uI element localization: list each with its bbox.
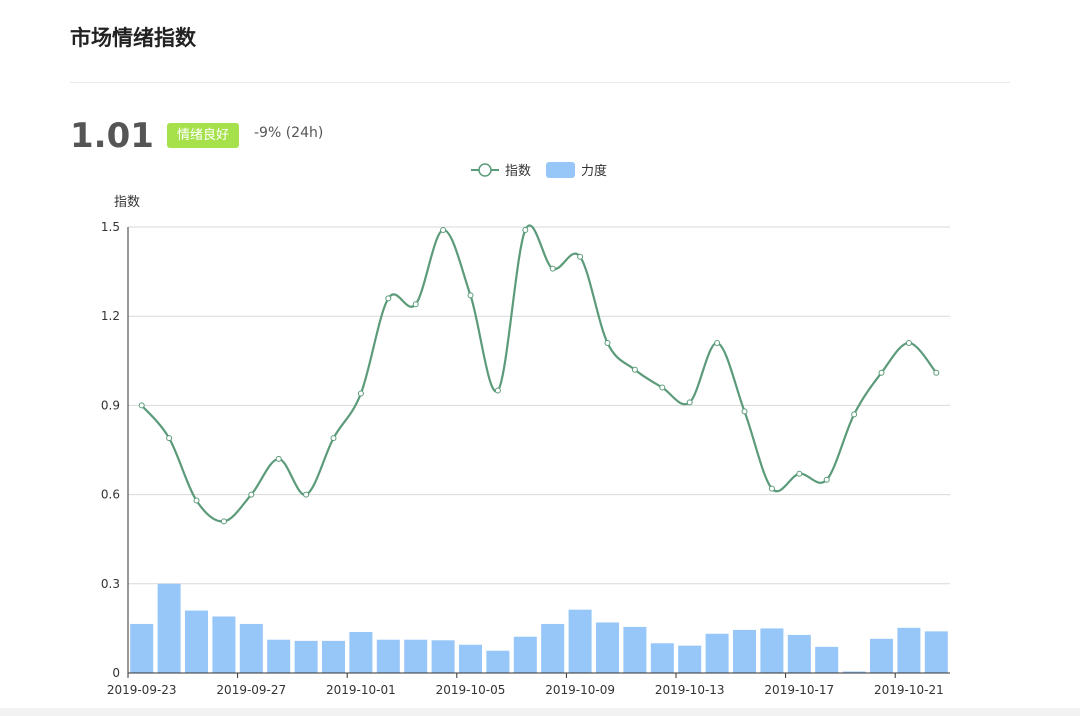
line-point: [796, 470, 803, 477]
bar: [595, 622, 620, 673]
bar: [568, 609, 592, 673]
x-tick-label: 2019-10-13: [655, 683, 725, 697]
bar: [376, 639, 400, 673]
legend-item-strength[interactable]: 力度: [546, 162, 607, 179]
line-point: [631, 366, 638, 373]
bar: [705, 633, 729, 673]
bar: [349, 631, 373, 673]
bar: [404, 639, 428, 673]
bar: [184, 610, 209, 673]
index-line: [140, 224, 938, 523]
line-point: [604, 339, 611, 346]
line-point: [549, 265, 556, 272]
bar: [650, 643, 674, 673]
bar: [924, 631, 948, 673]
legend[interactable]: 指数 力度: [471, 162, 607, 179]
line-point: [412, 301, 419, 308]
line-point: [275, 455, 282, 462]
bar: [623, 626, 647, 673]
line-point: [878, 369, 885, 376]
line-point: [522, 226, 529, 233]
line-point: [933, 369, 940, 376]
bar: [760, 628, 784, 673]
line-point: [330, 435, 337, 442]
x-tick-label: 2019-10-17: [764, 683, 834, 697]
sentiment-badge: 情绪良好: [167, 123, 240, 148]
bar-series: [130, 583, 948, 673]
x-tick-label: 2019-10-09: [545, 683, 615, 697]
line-point: [467, 292, 474, 299]
y-tick-label: 1.5: [101, 220, 120, 234]
bar: [541, 623, 565, 673]
line-point: [138, 402, 145, 409]
bar: [212, 616, 236, 673]
y-tick-label: 0: [112, 666, 120, 680]
x-tick-label: 2019-09-27: [216, 683, 286, 697]
bar: [732, 629, 757, 673]
header-divider: [70, 82, 1010, 83]
legend-line-marker: [478, 163, 492, 177]
line-point: [193, 497, 200, 504]
bar: [513, 636, 537, 673]
line-point: [741, 408, 748, 415]
legend-item-index[interactable]: 指数: [471, 163, 531, 179]
line-point: [440, 226, 447, 233]
line-point: [905, 339, 912, 346]
line-point: [851, 411, 858, 418]
bar: [130, 623, 154, 673]
page-title: 市场情绪指数: [70, 26, 196, 50]
bar: [869, 638, 894, 673]
legend-label-strength: 力度: [581, 163, 607, 179]
bar: [239, 623, 263, 673]
x-tick-label: 2019-09-23: [107, 683, 177, 697]
line-point: [577, 253, 584, 260]
x-tick-label: 2019-10-05: [436, 683, 506, 697]
line-point: [494, 387, 501, 394]
bar: [157, 583, 181, 673]
sentiment-chart: 指数 力度 指数 0 0.3 0.6 0.9 1.2 1.5 2019-09-23 2019-…: [101, 162, 950, 697]
line-point: [768, 485, 775, 492]
line-point: [357, 390, 364, 397]
bar: [486, 650, 510, 673]
line-point: [166, 435, 173, 442]
bar: [458, 644, 483, 673]
y-tick-label: 0.3: [101, 577, 120, 591]
line-point: [714, 339, 721, 346]
line-point: [659, 384, 666, 391]
y-tick-label: 0.9: [101, 398, 120, 412]
legend-bar-swatch: [546, 162, 575, 178]
bar: [431, 640, 455, 673]
line-series: [138, 224, 940, 525]
bar: [787, 634, 811, 673]
line-point: [303, 491, 310, 498]
y-axis-label: 指数: [114, 195, 140, 210]
legend-label-index: 指数: [505, 164, 531, 179]
y-tick-label: 0.6: [101, 488, 120, 502]
y-tick-label: 1.2: [101, 309, 120, 323]
line-point: [248, 491, 255, 498]
bottom-strip: [0, 708, 1080, 716]
bar: [294, 640, 318, 673]
grid-lines: [128, 226, 950, 585]
bar: [267, 639, 291, 673]
bar: [678, 645, 702, 673]
bar: [897, 627, 921, 673]
line-point: [385, 295, 392, 302]
x-tick-label: 2019-10-01: [326, 683, 396, 697]
bar: [321, 640, 346, 673]
line-point: [823, 476, 830, 483]
line-point: [686, 399, 693, 406]
line-point: [220, 518, 227, 525]
x-tick-label: 2019-10-21: [874, 683, 944, 697]
change-24h: -9% (24h): [254, 125, 324, 141]
bar: [815, 646, 839, 673]
